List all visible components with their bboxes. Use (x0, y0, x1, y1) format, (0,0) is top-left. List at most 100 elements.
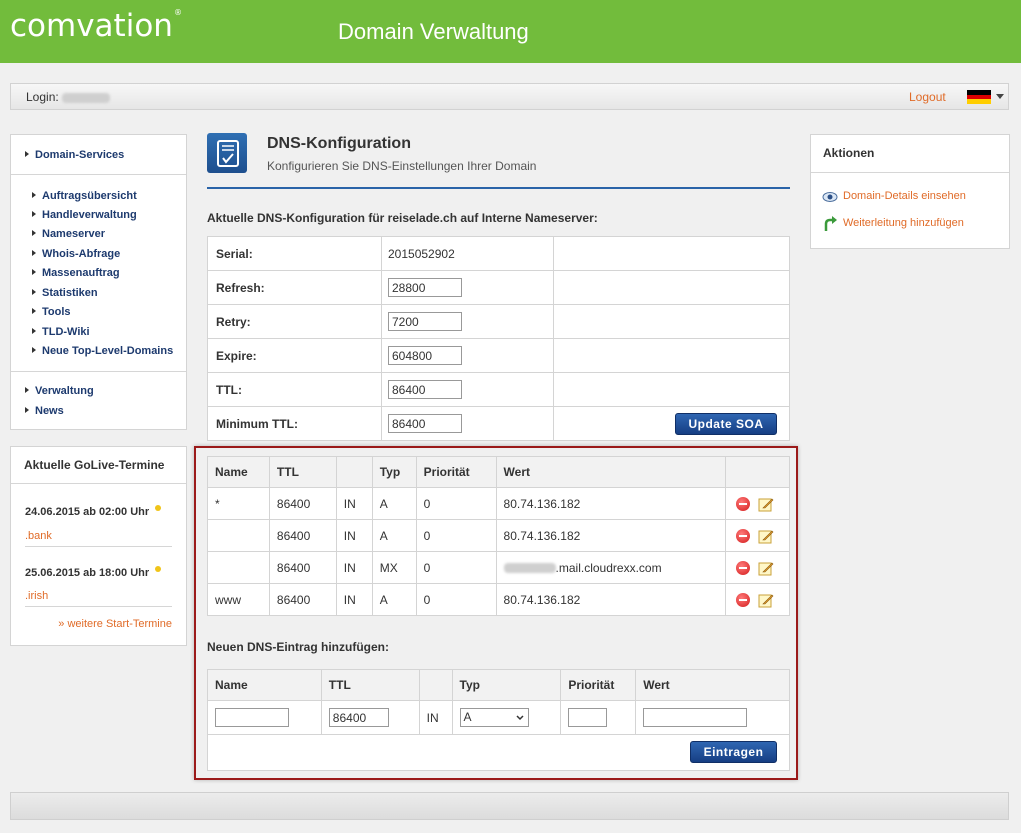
sidebar-item-verwaltung[interactable]: Verwaltung (25, 385, 94, 397)
serial-label: Serial: (207, 236, 382, 271)
table-header-row: Name TTL Typ Priorität Wert (207, 456, 790, 488)
record-name (207, 551, 270, 584)
expire-input[interactable] (388, 346, 462, 365)
refresh-input[interactable] (388, 278, 462, 297)
comvation-logo[interactable]: comvation® (10, 8, 182, 44)
golive-panel: Aktuelle GoLive-Termine 24.06.2015 ab 02… (10, 446, 187, 646)
sidebar-item-label: Whois-Abfrage (42, 248, 121, 260)
chevron-down-icon[interactable] (996, 94, 1004, 99)
type-select[interactable]: A (459, 708, 529, 727)
golive-tld-link[interactable]: .bank (25, 530, 52, 542)
record-ttl: 86400 (268, 487, 337, 520)
delete-icon[interactable] (736, 528, 751, 543)
record-ttl: 86400 (268, 583, 337, 616)
add-forwarding-link[interactable]: Weiterleitung hinzufügen (843, 217, 964, 229)
sidebar-subitem[interactable]: Handleverwaltung (32, 209, 137, 221)
app-header: comvation® Domain Verwaltung (0, 0, 1021, 63)
expire-label: Expire: (207, 338, 382, 373)
sidebar-subitem[interactable]: Auftragsübersicht (32, 190, 137, 202)
divider (11, 483, 186, 484)
retry-input[interactable] (388, 312, 462, 331)
arrow-right-icon (32, 192, 36, 198)
login-bar: Login: Logout (10, 83, 1009, 110)
golive-date: 24.06.2015 ab 02:00 Uhr (25, 506, 150, 518)
arrow-right-icon (32, 269, 36, 275)
record-actions (725, 583, 790, 616)
eintragen-button[interactable]: Eintragen (690, 741, 777, 763)
type-select-value: A (463, 710, 472, 724)
table-row: Eintragen (207, 734, 790, 771)
sidebar-subitem[interactable]: Tools (32, 306, 71, 318)
forward-arrow-icon (824, 216, 837, 231)
sidebar-subitem[interactable]: Neue Top-Level-Domains (32, 345, 173, 357)
divider (811, 172, 1009, 173)
delete-icon[interactable] (736, 592, 751, 607)
record-class: IN (335, 487, 373, 520)
dns-records-table: Name TTL Typ Priorität Wert * 86400 IN A… (207, 456, 790, 616)
edit-pencil-icon[interactable] (758, 560, 774, 576)
page-title: DNS-Konfiguration (267, 135, 411, 152)
arrow-right-icon (25, 387, 29, 393)
record-class: IN (335, 519, 373, 552)
new-value-input[interactable] (643, 708, 748, 727)
golive-title: Aktuelle GoLive-Termine (24, 458, 165, 472)
sidebar-item-domain-services[interactable]: Domain-Services (25, 149, 124, 161)
col-type-header: Typ (451, 669, 562, 701)
divider (25, 546, 172, 547)
sidebar-item-label: Domain-Services (35, 149, 125, 161)
delete-icon[interactable] (736, 496, 751, 511)
chevron-down-icon (516, 715, 524, 721)
table-header-row: Name TTL Typ Priorität Wert (207, 669, 790, 701)
sidebar-subitem[interactable]: Statistiken (32, 287, 98, 299)
status-dot-icon (155, 566, 161, 572)
min-ttl-label: Minimum TTL: (207, 406, 382, 441)
edit-pencil-icon[interactable] (758, 592, 774, 608)
new-dns-entry-table: Name TTL Typ Priorität Wert IN A Eintrag… (207, 669, 790, 771)
new-ttl-input[interactable] (328, 708, 389, 727)
more-start-dates-link[interactable]: » weitere Start-Termine (58, 618, 172, 630)
arrow-right-icon (32, 230, 36, 236)
logout-link[interactable]: Logout (909, 90, 946, 104)
sidebar-item-label: TLD-Wiki (42, 326, 90, 338)
edit-pencil-icon[interactable] (758, 496, 774, 512)
update-soa-cell: Update SOA (553, 406, 790, 441)
col-actions-header (725, 456, 790, 488)
sidebar-item-news[interactable]: News (25, 405, 64, 417)
sidebar-item-label: Verwaltung (35, 385, 94, 397)
arrow-right-icon (32, 289, 36, 295)
table-row: TTL: (207, 372, 790, 407)
record-type: A (371, 487, 417, 520)
col-priority-header: Priorität (560, 669, 637, 701)
record-value: .mail.cloudrexx.com (555, 560, 662, 575)
footer-bar (10, 792, 1009, 820)
table-row: Retry: (207, 304, 790, 339)
col-type-header: Typ (371, 456, 417, 488)
min-ttl-input[interactable] (388, 414, 462, 433)
edit-pencil-icon[interactable] (758, 528, 774, 544)
sidebar-subitem[interactable]: Nameserver (32, 228, 105, 240)
new-name-input[interactable] (215, 708, 289, 727)
ttl-input[interactable] (388, 380, 462, 399)
title-divider (207, 187, 790, 189)
domain-details-link[interactable]: Domain-Details einsehen (843, 190, 966, 202)
arrow-right-icon (32, 347, 36, 353)
record-type: A (371, 519, 417, 552)
golive-tld-link[interactable]: .irish (25, 590, 48, 602)
actions-title: Aktionen (823, 146, 875, 160)
delete-icon[interactable] (736, 560, 751, 575)
sidebar-subitem[interactable]: Massenauftrag (32, 267, 120, 279)
sidebar-item-label: Nameserver (42, 228, 105, 240)
record-name (207, 519, 270, 552)
new-priority-input[interactable] (568, 708, 608, 727)
sidebar-subitem[interactable]: Whois-Abfrage (32, 248, 120, 260)
update-soa-button[interactable]: Update SOA (675, 413, 777, 435)
record-value: 80.74.136.182 (495, 583, 727, 616)
german-flag-icon[interactable] (967, 90, 991, 104)
arrow-right-icon (32, 211, 36, 217)
divider (11, 174, 186, 175)
sidebar-item-label: Tools (42, 306, 71, 318)
col-class-header (335, 456, 373, 488)
actions-panel: Aktionen Domain-Details einsehen Weiterl… (810, 134, 1010, 249)
table-row: Refresh: (207, 270, 790, 305)
sidebar-subitem[interactable]: TLD-Wiki (32, 326, 90, 338)
